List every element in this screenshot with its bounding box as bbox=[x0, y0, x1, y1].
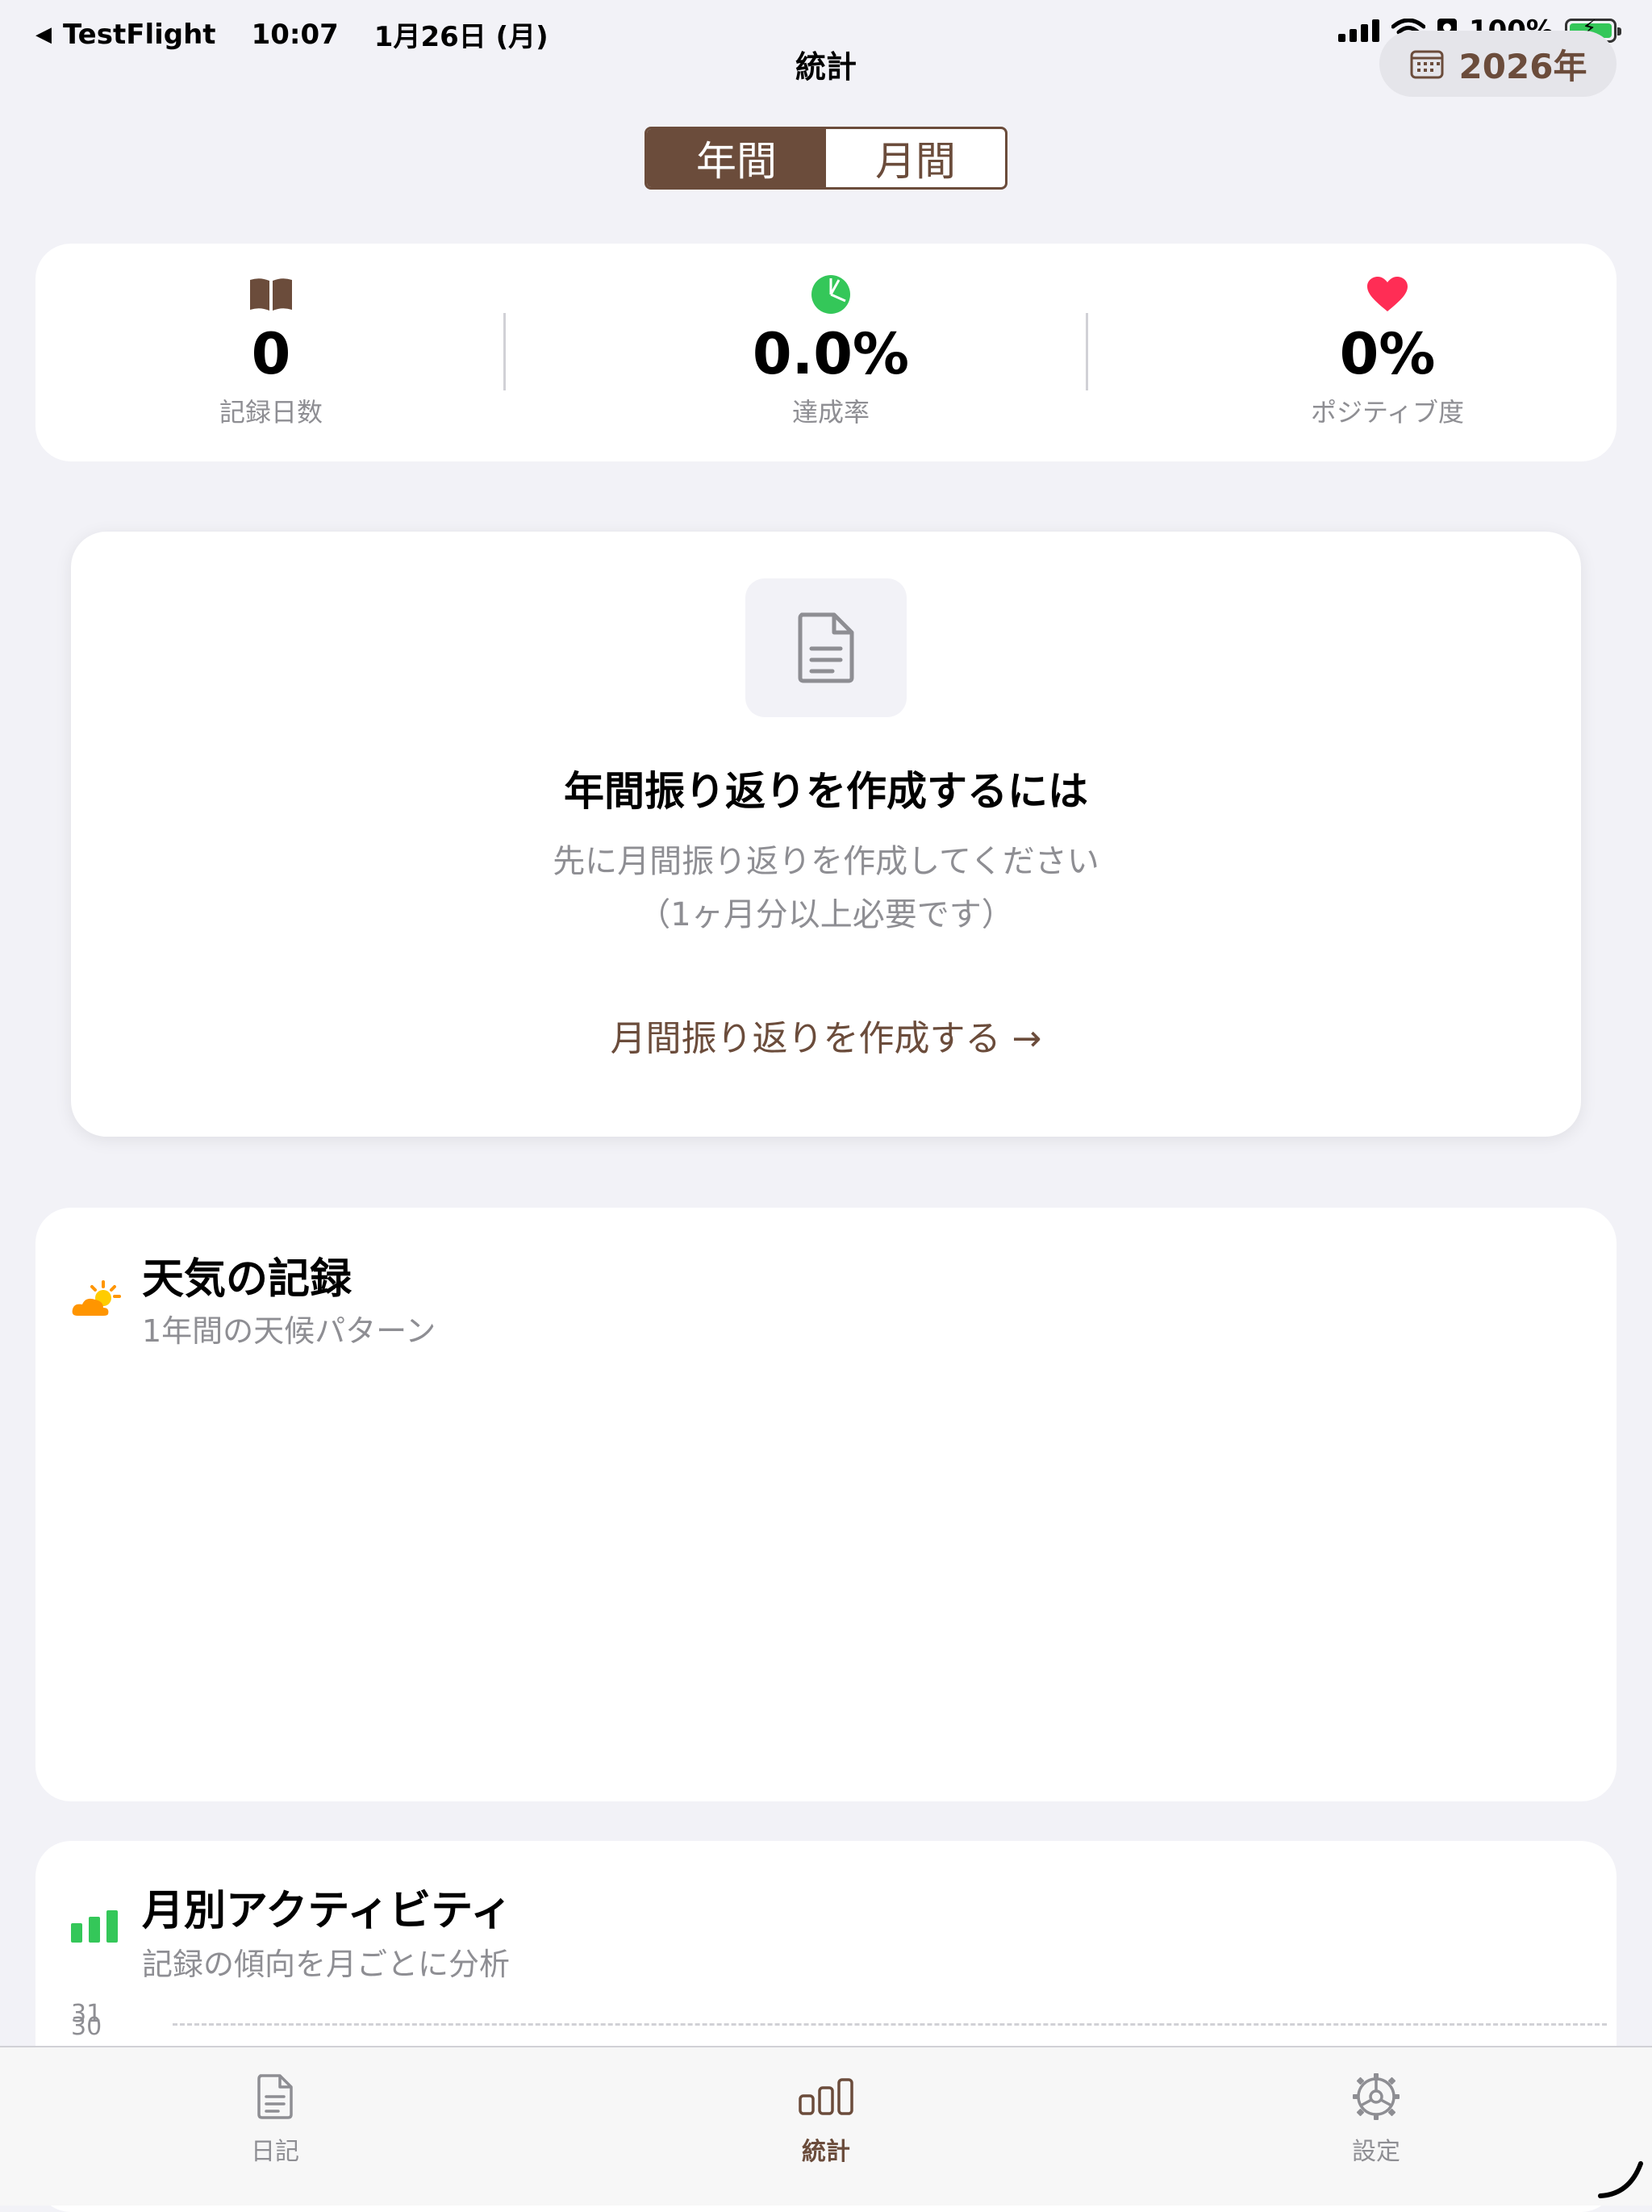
heart-icon bbox=[1367, 277, 1408, 311]
tab-diary[interactable]: 日記 bbox=[194, 2068, 356, 2167]
cellular-signal-icon bbox=[1337, 19, 1379, 42]
weather-title: 天気の記録 bbox=[142, 1255, 353, 1304]
tab-statistics[interactable]: 統計 bbox=[745, 2068, 907, 2167]
year-label: 2026年 bbox=[1458, 46, 1587, 86]
document-icon bbox=[257, 2074, 293, 2119]
tab-settings-label: 設定 bbox=[1352, 2138, 1400, 2166]
cta-title: 年間振り返りを作成するには bbox=[564, 768, 1088, 815]
positivity-value: 0% bbox=[1339, 321, 1436, 387]
metric-positivity: 0% ポジティブ度 bbox=[1186, 273, 1589, 429]
activity-title: 月別アクティビティ bbox=[142, 1887, 513, 1935]
summary-card: 0 記録日数 0.0% 達成率 0% ポジティブ度 bbox=[35, 244, 1617, 461]
annual-review-prompt-card: 年間振り返りを作成するには 先に月間振り返りを作成してください （1ヶ月分以上必… bbox=[71, 532, 1581, 1137]
bar-chart-icon bbox=[799, 2078, 853, 2115]
bar-chart-icon bbox=[71, 1910, 118, 1943]
gear-icon bbox=[1353, 2073, 1400, 2120]
pie-chart-icon bbox=[811, 275, 850, 314]
document-icon bbox=[798, 612, 854, 683]
segment-annual[interactable]: 年間 bbox=[647, 129, 826, 187]
year-picker-button[interactable]: 2026年 bbox=[1379, 31, 1617, 97]
document-icon-box bbox=[745, 578, 907, 717]
metric-record-days: 0 記録日数 bbox=[69, 273, 473, 429]
tab-diary-label: 日記 bbox=[251, 2138, 299, 2166]
tab-settings[interactable]: 設定 bbox=[1295, 2068, 1457, 2167]
cloud-sun-icon bbox=[72, 1280, 121, 1316]
metric-achievement-rate: 0.0% 達成率 bbox=[629, 273, 1032, 429]
cta-subtitle-line1: 先に月間振り返りを作成してください bbox=[553, 843, 1099, 880]
activity-subtitle: 記録の傾向を月ごとに分析 bbox=[142, 1947, 511, 1982]
positivity-label: ポジティブ度 bbox=[1310, 397, 1465, 428]
period-segmented-control: 年間 月間 bbox=[645, 127, 1007, 190]
y-axis-tick-30: 30 bbox=[71, 2013, 102, 2041]
gridline bbox=[173, 2023, 1607, 2026]
divider bbox=[503, 313, 506, 390]
segment-monthly[interactable]: 月間 bbox=[826, 129, 1005, 187]
cta-subtitle: 先に月間振り返りを作成してください （1ヶ月分以上必要です） bbox=[71, 835, 1581, 941]
tab-bar: 日記 統計 設定 bbox=[0, 2046, 1652, 2206]
book-icon bbox=[250, 278, 292, 311]
cta-subtitle-line2: （1ヶ月分以上必要です） bbox=[638, 896, 1014, 933]
divider bbox=[1086, 313, 1088, 390]
tab-statistics-label: 統計 bbox=[802, 2138, 850, 2166]
home-indicator-icon bbox=[1598, 2161, 1643, 2198]
create-monthly-review-link[interactable]: 月間振り返りを作成する → bbox=[71, 1009, 1581, 1061]
achievement-rate-value: 0.0% bbox=[752, 321, 910, 387]
weather-record-card: 天気の記録 1年間の天候パターン bbox=[35, 1208, 1617, 1801]
weather-subtitle: 1年間の天候パターン bbox=[142, 1313, 436, 1349]
record-days-value: 0 bbox=[251, 321, 291, 387]
calendar-icon bbox=[1410, 50, 1444, 79]
achievement-rate-label: 達成率 bbox=[791, 397, 870, 428]
record-days-label: 記録日数 bbox=[219, 397, 323, 428]
